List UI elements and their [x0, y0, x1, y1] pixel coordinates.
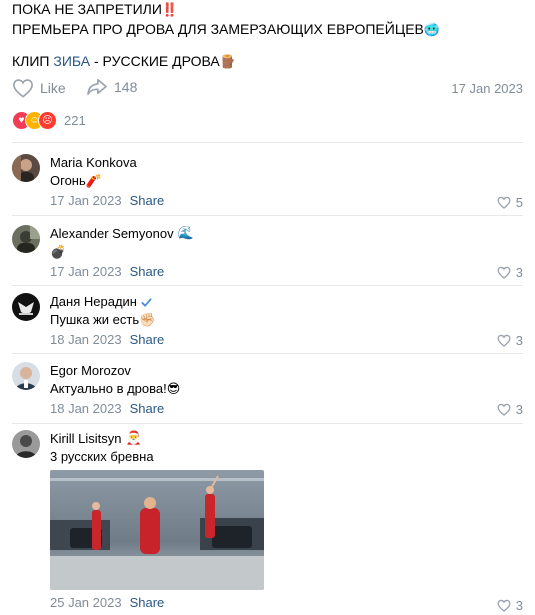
comment-like-button[interactable]: 3 — [497, 265, 523, 280]
post-actions: Like 148 17 Jan 2023 — [12, 78, 523, 100]
post-date[interactable]: 17 Jan 2023 — [451, 81, 523, 96]
reactions-summary[interactable]: ♥ ☺ ☹ 221 — [12, 110, 86, 130]
comment-date[interactable]: 18 Jan 2023 — [50, 332, 122, 347]
comment-like-count: 3 — [515, 402, 523, 417]
share-count: 148 — [114, 79, 138, 95]
post-line-2: ПРЕМЬЕРА ПРО ДРОВА ДЛЯ ЗАМЕРЗАЮЩИХ ЕВРОП… — [12, 21, 441, 38]
heart-icon — [497, 599, 511, 612]
comment-meta: 17 Jan 2023 Share — [50, 263, 523, 281]
comment-like-button[interactable]: 3 — [497, 333, 523, 348]
comment-like-count: 3 — [515, 265, 523, 280]
comment-text: 3 русских бревна — [50, 449, 154, 464]
avatar[interactable] — [12, 362, 40, 390]
share-button[interactable]: 148 — [86, 78, 137, 96]
cold-face-icon: 🥶 — [423, 23, 441, 38]
comment-meta: 25 Jan 2023 Share — [50, 594, 523, 612]
comment-text: Пушка жи есть✊🏻 — [50, 312, 156, 328]
share-link[interactable]: Share — [130, 264, 165, 279]
sunglasses-face-icon: 😎 — [166, 382, 181, 397]
avatar[interactable] — [12, 225, 40, 253]
comment-author[interactable]: Alexander Semyonov 🌊 — [50, 225, 523, 243]
heart-icon — [497, 403, 511, 416]
comment-author[interactable]: Maria Konkova — [50, 154, 523, 172]
santa-badge-icon: 🎅 — [125, 431, 142, 446]
wave-badge-icon: 🌊 — [177, 226, 194, 241]
comment-item: Alexander Semyonov 🌊 💣 17 Jan 2023 Share 3 — [12, 225, 523, 280]
post-line-3: КЛИП ЗИБА - РУССКИЕ ДРОВА🪵 — [12, 53, 236, 70]
comment-meta: 17 Jan 2023 Share — [50, 192, 523, 210]
artist-link[interactable]: ЗИБА — [53, 53, 90, 69]
comment-date[interactable]: 17 Jan 2023 — [50, 193, 122, 208]
divider — [12, 142, 523, 143]
firecracker-icon: 🧨 — [85, 174, 102, 189]
divider — [12, 353, 523, 354]
comment-item: Maria Konkova Огонь🧨 17 Jan 2023 Share 5 — [12, 154, 523, 210]
avatar[interactable] — [12, 293, 40, 321]
double-exclamation-icon: ‼️ — [161, 3, 179, 18]
verified-icon — [141, 297, 152, 307]
share-arrow-icon — [87, 78, 107, 96]
bomb-icon: 💣 — [50, 245, 67, 260]
comment-meta: 18 Jan 2023 Share — [50, 400, 523, 418]
like-button[interactable]: Like — [12, 78, 66, 98]
heart-icon — [497, 334, 511, 347]
share-link[interactable]: Share — [130, 595, 165, 610]
like-label: Like — [40, 80, 66, 96]
comment-author[interactable]: Даня Нерадин — [50, 293, 523, 311]
share-link[interactable]: Share — [130, 332, 165, 347]
angry-reaction-icon: ☹ — [38, 110, 57, 130]
post-line-1: ПОКА НЕ ЗАПРЕТИЛИ‼️ — [12, 1, 179, 18]
post-text: ПОКА НЕ ЗАПРЕТИЛИ‼️ ПРЕМЬЕРА ПРО ДРОВА Д… — [12, 0, 527, 72]
comment-date[interactable]: 25 Jan 2023 — [50, 595, 122, 610]
comment-like-count: 3 — [515, 598, 523, 613]
heart-icon — [497, 196, 511, 209]
comment-date[interactable]: 17 Jan 2023 — [50, 264, 122, 279]
comment-date[interactable]: 18 Jan 2023 — [50, 401, 122, 416]
comment-like-button[interactable]: 3 — [497, 598, 523, 613]
comment-like-count: 5 — [515, 195, 523, 210]
divider — [12, 423, 523, 424]
comment-text: Актуально в дрова!😎 — [50, 381, 181, 397]
comment-like-count: 3 — [515, 333, 523, 348]
comment-meta: 18 Jan 2023 Share — [50, 331, 523, 349]
divider — [12, 215, 523, 216]
avatar[interactable] — [12, 154, 40, 182]
share-link[interactable]: Share — [130, 401, 165, 416]
comment-like-button[interactable]: 5 — [497, 195, 523, 210]
share-link[interactable]: Share — [130, 193, 165, 208]
heart-icon — [497, 266, 511, 279]
comment-item: Egor Morozov Актуально в дрова!😎 18 Jan … — [12, 362, 523, 417]
heart-icon — [13, 79, 33, 98]
comment-item: Даня Нерадин Пушка жи есть✊🏻 18 Jan 2023… — [12, 293, 523, 348]
comment-text: 💣 — [50, 243, 523, 261]
reactions-count: 221 — [64, 112, 86, 128]
comment-author[interactable]: Egor Morozov — [50, 362, 523, 380]
video-thumbnail[interactable] — [50, 470, 264, 590]
comment-item: Kirill Lisitsyn 🎅 3 русских бревна 25 Ja… — [12, 430, 523, 613]
avatar[interactable] — [12, 430, 40, 458]
comment-author[interactable]: Kirill Lisitsyn 🎅 — [50, 430, 523, 448]
raised-fist-icon: ✊🏻 — [139, 313, 156, 328]
comment-text: Огонь🧨 — [50, 173, 102, 189]
divider — [12, 285, 523, 286]
wood-icon: 🪵 — [219, 55, 236, 70]
comment-like-button[interactable]: 3 — [497, 402, 523, 417]
